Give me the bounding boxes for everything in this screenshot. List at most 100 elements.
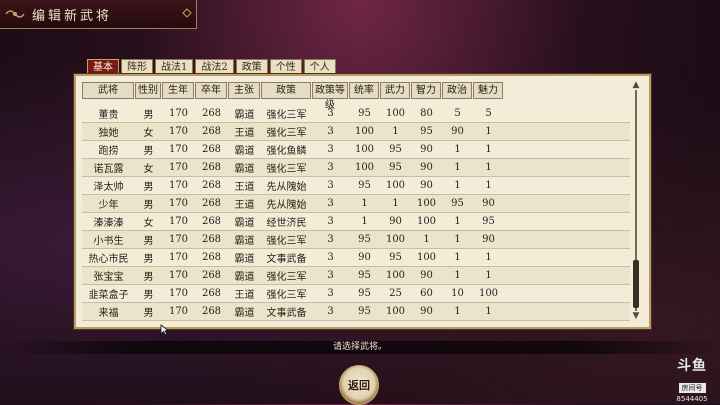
table-row[interactable]: 来福 男 170 268 霸道 文事武备 3 95 100 90 1 1 [82, 303, 630, 321]
tab-personality[interactable]: 个性 [269, 59, 302, 75]
cell-policy-level: 3 [327, 198, 334, 209]
cell-policy: 强化三军 [266, 128, 307, 139]
column-header-birth[interactable]: 生年 [162, 82, 194, 99]
cell-death: 268 [201, 144, 222, 155]
tab-policy[interactable]: 政策 [235, 59, 268, 75]
column-header-war[interactable]: 武力 [380, 82, 410, 99]
cell-charm: 1 [485, 144, 492, 155]
table-row[interactable]: 溱溱溱 女 170 268 霸道 经世济民 3 1 90 100 1 95 [82, 213, 630, 231]
table-row[interactable]: 热心市民 男 170 268 霸道 文事武备 3 90 95 100 1 1 [82, 249, 630, 267]
cell-policy-level: 3 [327, 126, 334, 137]
cell-politics: 5 [454, 108, 461, 119]
tab-personal[interactable]: 个人 [303, 59, 336, 75]
cell-stance: 霸道 [234, 164, 255, 175]
tab-formation[interactable]: 阵形 [121, 59, 153, 75]
cell-intelligence: 90 [420, 306, 433, 317]
cell-name: 董贵 [98, 110, 119, 121]
column-header-policy[interactable]: 政策 [261, 82, 311, 99]
cell-gender: 男 [143, 308, 154, 319]
cell-stance: 王道 [234, 128, 255, 139]
cell-birth: 170 [168, 162, 189, 173]
tab-tactic-2[interactable]: 战法2 [195, 59, 234, 75]
cell-policy-level: 3 [327, 252, 334, 263]
scrollbar-thumb[interactable] [633, 260, 639, 308]
mouse-cursor-icon [160, 324, 170, 336]
scroll-up-icon[interactable]: ▲ [631, 80, 641, 90]
cell-birth: 170 [168, 270, 189, 281]
cell-charm: 1 [485, 162, 492, 173]
prompt-text: 请选择武将。 [0, 341, 720, 354]
column-header-name[interactable]: 武将 [82, 82, 134, 99]
column-header-death[interactable]: 卒年 [195, 82, 227, 99]
column-header-intelligence[interactable]: 智力 [411, 82, 441, 99]
cell-politics: 95 [451, 198, 464, 209]
cell-policy-level: 3 [327, 216, 334, 227]
table-row[interactable]: 少年 男 170 268 王道 先从隗始 3 1 1 100 95 90 [82, 195, 630, 213]
column-header-stance[interactable]: 主张 [228, 82, 260, 99]
column-header-politics[interactable]: 政治 [442, 82, 472, 99]
stream-watermark: 斗鱼 房间号 8544405 [668, 355, 716, 403]
cell-leadership: 95 [358, 234, 371, 245]
cell-stance: 霸道 [234, 236, 255, 247]
cell-intelligence: 1 [423, 234, 430, 245]
cell-gender: 男 [143, 110, 154, 121]
column-header-leadership[interactable]: 统率 [349, 82, 379, 99]
cell-death: 268 [201, 234, 222, 245]
cell-politics: 90 [451, 126, 464, 137]
cell-policy: 文事武备 [266, 254, 307, 265]
cell-death: 268 [201, 108, 222, 119]
cell-charm: 1 [485, 306, 492, 317]
cell-charm: 1 [485, 270, 492, 281]
cell-gender: 男 [143, 236, 154, 247]
cell-stance: 霸道 [234, 110, 255, 121]
scrollbar[interactable]: ▲ ▼ [631, 80, 641, 321]
cell-death: 268 [201, 306, 222, 317]
cell-leadership: 95 [358, 270, 371, 281]
cell-gender: 男 [143, 182, 154, 193]
cell-birth: 170 [168, 234, 189, 245]
cell-policy-level: 3 [327, 180, 334, 191]
table-row[interactable]: 诺瓦露 女 170 268 霸道 强化三军 3 100 95 90 1 1 [82, 159, 630, 177]
table-row[interactable]: 独她 女 170 268 王道 强化三军 3 100 1 95 90 1 [82, 123, 630, 141]
cell-charm: 1 [485, 180, 492, 191]
cell-policy: 强化三军 [266, 236, 307, 247]
cell-birth: 170 [168, 306, 189, 317]
column-header-policy-level[interactable]: 政策等级 [312, 82, 348, 111]
table-row[interactable]: 泽太帅 男 170 268 王道 先从隗始 3 95 100 90 1 1 [82, 177, 630, 195]
tab-basic[interactable]: 基本 [87, 59, 119, 75]
tab-bar: 基本 阵形 战法1 战法2 政策 个性 个人 [87, 59, 336, 75]
cell-name: 热心市民 [88, 254, 129, 265]
table-row[interactable]: 张宝宝 男 170 268 霸道 强化三军 3 95 100 90 1 1 [82, 267, 630, 285]
back-button[interactable]: 返回 [339, 365, 379, 405]
cell-death: 268 [201, 198, 222, 209]
cell-charm: 95 [482, 216, 495, 227]
cell-war: 95 [389, 252, 402, 263]
table-row[interactable]: 董贵男 170 268 霸道 强化三军 3 95 100 80 5 5 [82, 105, 630, 123]
cell-birth: 170 [168, 126, 189, 137]
watermark-room: 8544405 [676, 395, 708, 403]
cell-war: 100 [385, 108, 406, 119]
cell-death: 268 [201, 180, 222, 191]
page-title: 编辑新武将 [32, 8, 113, 24]
scroll-down-icon[interactable]: ▼ [631, 311, 641, 321]
table-row[interactable]: 小书生 男 170 268 霸道 强化三军 3 95 100 1 1 90 [82, 231, 630, 249]
cell-birth: 170 [168, 144, 189, 155]
cell-politics: 1 [454, 234, 461, 245]
cell-intelligence: 60 [420, 288, 433, 299]
table-row[interactable]: 韭菜盒子 男 170 268 王道 强化三军 3 95 25 60 10 100 [82, 285, 630, 303]
cell-name: 韭菜盒子 [88, 290, 129, 301]
column-header-charm[interactable]: 魅力 [473, 82, 503, 99]
cell-leadership: 95 [358, 108, 371, 119]
cell-stance: 霸道 [234, 308, 255, 319]
cell-leadership: 95 [358, 306, 371, 317]
cell-birth: 170 [168, 288, 189, 299]
cell-death: 268 [201, 288, 222, 299]
table-row[interactable]: 跑捞 男 170 268 霸道 强化鱼鳞 3 100 95 90 1 1 [82, 141, 630, 159]
tab-tactic-1[interactable]: 战法1 [155, 59, 194, 75]
cell-leadership: 100 [354, 162, 375, 173]
watermark-sub: 房间号 [678, 383, 706, 393]
cell-war: 1 [392, 198, 399, 209]
cell-politics: 1 [454, 306, 461, 317]
cell-name: 独她 [98, 128, 119, 139]
column-header-gender[interactable]: 性别 [135, 82, 161, 99]
